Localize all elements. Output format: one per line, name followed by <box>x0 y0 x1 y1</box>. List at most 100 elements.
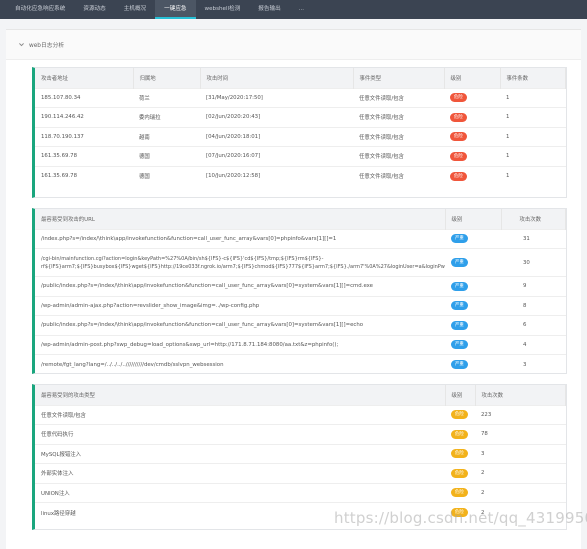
level-badge: 严重 <box>451 234 468 244</box>
table-row: 190.114.246.42 委内瑞拉 [02/Jun/2020:20:43] … <box>35 107 566 127</box>
col-header: 攻击次数 <box>475 385 566 405</box>
attack-count: 2 <box>475 463 566 483</box>
attacker-location: 德国 <box>133 165 200 186</box>
level-badge: 危险 <box>451 468 468 478</box>
table-row: /index.php?s=/index/\think\app/invokefun… <box>35 228 566 249</box>
table-row: 185.107.80.34 荷兰 [31/May/2020:17:50] 任意文… <box>35 87 566 108</box>
urls-table: 最容易受到攻击的URL 级别 攻击次数 /index.php?s=/index/… <box>35 209 566 374</box>
level-badge: 危险 <box>450 93 467 103</box>
attack-type: 任意文件读取/包含 <box>35 404 445 425</box>
col-header: 攻击次数 <box>501 209 566 229</box>
event-count: 1 <box>500 146 566 166</box>
attacker-location: 越南 <box>133 126 200 147</box>
event-type: 任意文件读取/包含 <box>353 146 444 166</box>
attack-count: 8 <box>501 295 566 316</box>
nav-tab-resource[interactable]: 资源动态 <box>74 0 114 19</box>
event-type: 任意文件读取/包含 <box>353 165 444 186</box>
level-badge: 危险 <box>450 112 467 122</box>
attack-url: /public/index.php?s=/index/\think\app/in… <box>35 315 445 335</box>
nav-tab-emergency[interactable]: 一键应急 <box>155 0 196 19</box>
col-header: 事件类型 <box>353 68 445 88</box>
nav-tab-report[interactable]: 报告输出 <box>249 0 289 19</box>
attacker-ip: 161.35.69.78 <box>35 146 133 166</box>
types-table: 最容易受到的攻击类型 级别 攻击次数 任意文件读取/包含 危险 223 任意代码… <box>35 385 566 522</box>
col-header: 事件条数 <box>500 68 566 88</box>
table-row: /wp-admin/admin-post.php?swp_debug=load_… <box>35 334 566 355</box>
col-header: 最容易受到的攻击类型 <box>35 385 446 405</box>
table-row: 161.35.69.78 德国 [07/Jun/2020:16:07] 任意文件… <box>35 146 566 166</box>
table-row: 任意文件读取/包含 危险 223 <box>35 404 566 425</box>
attacker-ip: 118.70.190.137 <box>35 126 133 147</box>
attack-type: 外部实体注入 <box>35 463 445 483</box>
level-badge: 严重 <box>451 320 468 330</box>
section-header[interactable]: web日志分析 <box>6 30 581 60</box>
attack-type: 任意代码执行 <box>35 424 445 444</box>
attack-url: /public/index.php?s=/index/\think\app/in… <box>35 276 445 296</box>
nav-tab-host[interactable]: 主机概况 <box>115 0 155 19</box>
attack-count: 31 <box>501 228 566 249</box>
table-row: /cgi-bin/mainfunction.cgi?action=login&k… <box>35 248 566 277</box>
attack-time: [10/Jun/2020:12:58] <box>200 165 353 186</box>
attack-url: /remote/fgt_lang?lang=/../../../..//////… <box>35 354 445 374</box>
attack-count: 4 <box>501 334 566 355</box>
attackers-card: 攻击者地址 归属地 攻击时间 事件类型 级别 事件条数 185.107.80.3… <box>32 67 567 198</box>
col-header: 级别 <box>445 209 502 229</box>
event-type: 任意文件读取/包含 <box>353 87 444 108</box>
table-row: /wp-admin/admin-ajax.php?action=revslide… <box>35 295 566 316</box>
col-header: 最容易受到攻击的URL <box>35 209 446 229</box>
nav-tab-system[interactable]: 自动化应急响应系统 <box>6 0 74 19</box>
table-row: 161.35.69.78 德国 [10/Jun/2020:12:58] 任意文件… <box>35 165 566 186</box>
nav-tab-more[interactable]: ... <box>290 0 313 19</box>
level-badge: 危险 <box>450 132 467 142</box>
col-header: 级别 <box>445 385 476 405</box>
col-header: 级别 <box>444 68 501 88</box>
attack-count: 2 <box>475 482 566 503</box>
table-row: 任意代码执行 危险 78 <box>35 424 566 444</box>
attack-count: 3 <box>501 354 566 374</box>
table-row: MySQL报错注入 危险 3 <box>35 443 566 464</box>
col-header: 攻击时间 <box>200 68 354 88</box>
attacker-ip: 161.35.69.78 <box>35 165 133 186</box>
attacker-ip: 185.107.80.34 <box>35 87 133 108</box>
top-nav-bar: 自动化应急响应系统 资源动态 主机概况 一键应急 webshell检测 报告输出… <box>0 0 587 19</box>
level-badge: 危险 <box>451 488 468 498</box>
table-row: 外部实体注入 危险 2 <box>35 463 566 483</box>
attacker-location: 德国 <box>133 146 200 166</box>
col-header: 归属地 <box>133 68 201 88</box>
event-count: 1 <box>500 87 566 108</box>
attacker-ip: 190.114.246.42 <box>35 107 133 127</box>
event-count: 1 <box>500 126 566 147</box>
section-title: web日志分析 <box>29 43 65 49</box>
attack-count: 78 <box>475 424 566 444</box>
attack-count: 3 <box>475 443 566 464</box>
level-badge: 严重 <box>451 301 468 311</box>
table-row: /public/index.php?s=/index/\think\app/in… <box>35 276 566 296</box>
col-header: 攻击者地址 <box>35 68 134 88</box>
attack-url: /cgi-bin/mainfunction.cgi?action=login&k… <box>35 248 445 277</box>
level-badge: 危险 <box>450 151 467 161</box>
event-count: 1 <box>500 165 566 186</box>
level-badge: 严重 <box>451 340 468 350</box>
level-badge: 危险 <box>451 429 468 439</box>
level-badge: 严重 <box>451 360 468 369</box>
attack-url: /wp-admin/admin-ajax.php?action=revslide… <box>35 295 445 316</box>
level-badge: 严重 <box>451 258 468 267</box>
attack-url: /index.php?s=/index/\think\app/invokefun… <box>35 228 445 249</box>
attack-time: [02/Jun/2020:20:43] <box>200 107 353 127</box>
level-badge: 危险 <box>451 410 468 420</box>
attack-type: MySQL报错注入 <box>35 443 445 464</box>
attacker-location: 委内瑞拉 <box>133 107 200 127</box>
nav-tab-webshell[interactable]: webshell检测 <box>196 0 250 19</box>
level-badge: 严重 <box>451 281 468 291</box>
event-type: 任意文件读取/包含 <box>353 107 444 127</box>
attack-count: 223 <box>475 404 566 425</box>
attack-count: 6 <box>501 315 566 335</box>
table-row: UNION注入 危险 2 <box>35 482 566 503</box>
table-row: /remote/fgt_lang?lang=/../../../..//////… <box>35 354 566 374</box>
attackers-table: 攻击者地址 归属地 攻击时间 事件类型 级别 事件条数 185.107.80.3… <box>35 68 566 186</box>
event-type: 任意文件读取/包含 <box>353 126 444 147</box>
chevron-down-icon <box>18 41 25 48</box>
level-badge: 危险 <box>450 171 467 181</box>
attack-time: [31/May/2020:17:50] <box>200 87 353 108</box>
attack-type: UNION注入 <box>35 482 445 503</box>
